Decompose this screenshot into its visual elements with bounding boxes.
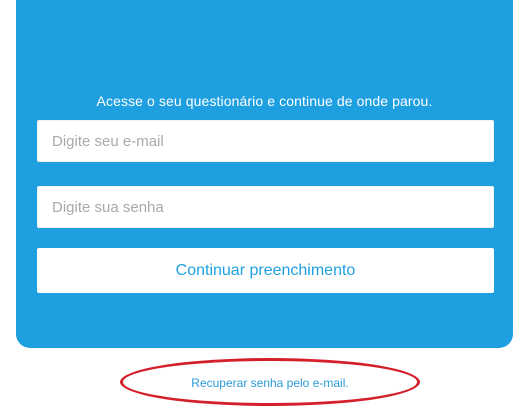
email-field[interactable] <box>37 120 494 162</box>
login-card: Acesse o seu questionário e continue de … <box>16 0 513 348</box>
page: Acesse o seu questionário e continue de … <box>0 0 513 408</box>
continue-button[interactable]: Continuar preenchimento <box>37 248 494 293</box>
recover-password-link[interactable]: Recuperar senha pelo e-mail. <box>0 376 513 390</box>
password-field[interactable] <box>37 186 494 228</box>
email-input[interactable] <box>38 121 493 161</box>
password-input[interactable] <box>38 187 493 227</box>
card-title: Acesse o seu questionário e continue de … <box>96 93 433 109</box>
